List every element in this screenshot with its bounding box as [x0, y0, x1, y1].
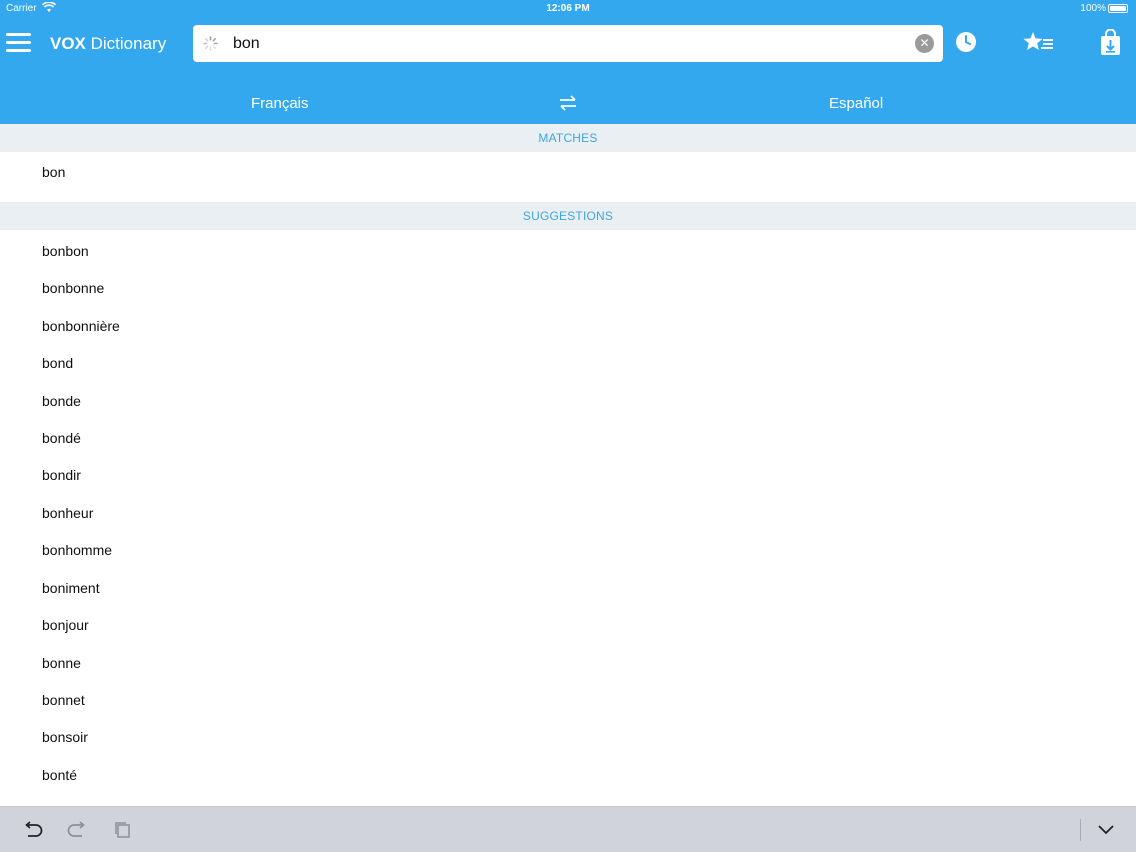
suggestion-item[interactable]: bonsoir	[42, 729, 88, 745]
source-language-button[interactable]: Français	[251, 95, 309, 112]
suggestion-item[interactable]: bondé	[42, 430, 81, 446]
status-time: 12:06 PM	[546, 3, 590, 14]
toolbar-divider	[1080, 819, 1081, 841]
suggestion-item[interactable]: bonjour	[42, 617, 89, 633]
loading-spinner-icon	[203, 36, 218, 51]
status-bar: Carrier 12:06 PM 100%	[0, 0, 1136, 18]
hamburger-menu-icon[interactable]	[6, 33, 31, 53]
battery-percent: 100%	[1080, 3, 1106, 14]
match-item[interactable]: bon	[42, 164, 65, 180]
suggestion-item[interactable]: bond	[42, 355, 73, 371]
swap-arrows-icon[interactable]	[558, 94, 578, 117]
clipboard-icon[interactable]	[114, 821, 132, 844]
search-box: ✕	[193, 25, 943, 62]
search-input[interactable]	[233, 30, 893, 57]
download-bag-icon[interactable]	[1100, 28, 1121, 62]
suggestion-item[interactable]: bonbonne	[42, 280, 104, 296]
target-language-button[interactable]: Español	[829, 95, 883, 112]
suggestion-item[interactable]: bonhomme	[42, 542, 112, 558]
app-header: Carrier 12:06 PM 100% VOX Dictionary ✕	[0, 0, 1136, 124]
keyboard-toolbar	[0, 806, 1136, 852]
suggestion-item[interactable]: boniment	[42, 580, 100, 596]
battery-icon	[1108, 4, 1128, 13]
chevron-down-icon[interactable]	[1097, 823, 1115, 841]
suggestion-item[interactable]: bonheur	[42, 505, 93, 521]
app-title-bold: VOX	[50, 34, 86, 53]
clear-icon[interactable]: ✕	[915, 34, 934, 53]
suggestion-item[interactable]: bondir	[42, 467, 81, 483]
suggestion-item[interactable]: bonbon	[42, 243, 89, 259]
suggestion-item[interactable]: bonté	[42, 767, 77, 783]
suggestion-item[interactable]: bonde	[42, 393, 81, 409]
suggestions-header: SUGGESTIONS	[0, 202, 1136, 230]
star-list-icon[interactable]	[1022, 30, 1056, 61]
app-title: VOX Dictionary	[50, 34, 166, 54]
app-title-rest: Dictionary	[85, 34, 167, 53]
suggestion-item[interactable]: bonne	[42, 655, 81, 671]
undo-icon[interactable]	[22, 821, 44, 844]
suggestion-item[interactable]: bonnet	[42, 692, 85, 708]
suggestion-item[interactable]: bonbonnière	[42, 318, 120, 334]
matches-header: MATCHES	[0, 124, 1136, 152]
redo-icon[interactable]	[66, 821, 88, 844]
clock-icon[interactable]	[955, 30, 977, 59]
